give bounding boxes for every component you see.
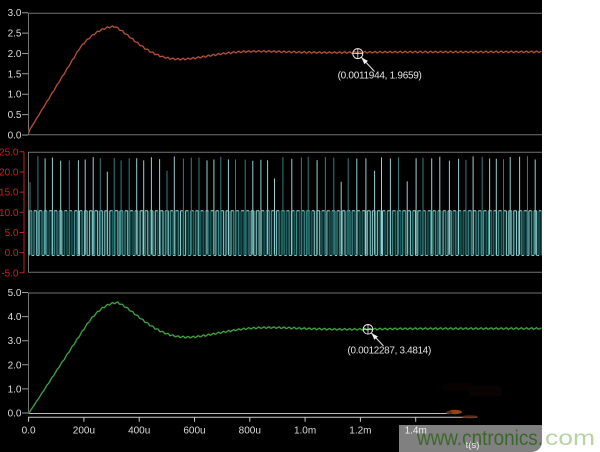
svg-text:5.0: 5.0 bbox=[8, 288, 22, 299]
svg-text:1.5: 1.5 bbox=[8, 69, 22, 80]
svg-text:0.0: 0.0 bbox=[22, 426, 36, 437]
svg-text:1.0: 1.0 bbox=[8, 90, 22, 101]
svg-text:(0.0011944, 1.9659): (0.0011944, 1.9659) bbox=[338, 70, 422, 82]
svg-text:600u: 600u bbox=[183, 426, 205, 437]
svg-text:0.0: 0.0 bbox=[5, 248, 19, 259]
svg-text:0.0: 0.0 bbox=[8, 409, 22, 420]
svg-text:5.0: 5.0 bbox=[5, 228, 19, 239]
svg-text:0.5: 0.5 bbox=[8, 110, 22, 121]
svg-text:(0.0012287, 3.4814): (0.0012287, 3.4814) bbox=[348, 345, 432, 357]
svg-text:0.0: 0.0 bbox=[8, 131, 22, 142]
svg-text:1.2m: 1.2m bbox=[349, 426, 371, 437]
svg-text:com: com bbox=[545, 427, 595, 450]
svg-text:2.5: 2.5 bbox=[8, 29, 22, 40]
svg-text:20.0: 20.0 bbox=[0, 168, 19, 179]
svg-text:2.0: 2.0 bbox=[8, 360, 22, 371]
svg-text:4.0: 4.0 bbox=[8, 312, 22, 323]
svg-text:400u: 400u bbox=[128, 426, 150, 437]
svg-text:3.0: 3.0 bbox=[8, 336, 22, 347]
svg-text:-5.0: -5.0 bbox=[1, 268, 19, 279]
svg-text:10.0: 10.0 bbox=[0, 208, 19, 219]
svg-text:1.0m: 1.0m bbox=[294, 426, 316, 437]
svg-text:25.0: 25.0 bbox=[0, 147, 19, 158]
svg-text:15.0: 15.0 bbox=[0, 188, 19, 199]
svg-text:1.0: 1.0 bbox=[8, 384, 22, 395]
svg-text:200u: 200u bbox=[73, 426, 95, 437]
svg-text:800u: 800u bbox=[239, 426, 261, 437]
svg-text:www.cntronics.: www.cntronics. bbox=[416, 427, 543, 450]
svg-text:2.0: 2.0 bbox=[8, 49, 22, 60]
svg-text:3.0: 3.0 bbox=[8, 8, 22, 19]
svg-text:t(s): t(s) bbox=[466, 440, 480, 451]
